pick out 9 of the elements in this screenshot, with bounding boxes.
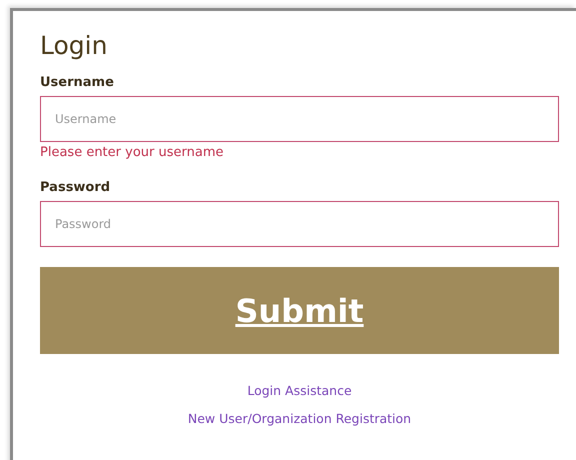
link[interactable]: Login Assistance [247,383,352,398]
input-field[interactable]: Password [40,201,559,247]
login-title: Login [40,31,108,61]
field-label: Username [40,75,115,90]
error-message: Please enter your username [40,145,224,160]
field-label: Password [40,180,112,195]
input-field[interactable]: Username [40,96,559,142]
submit-button[interactable]: Submit [40,267,559,354]
link[interactable]: New User/Organization Registration [188,411,412,426]
